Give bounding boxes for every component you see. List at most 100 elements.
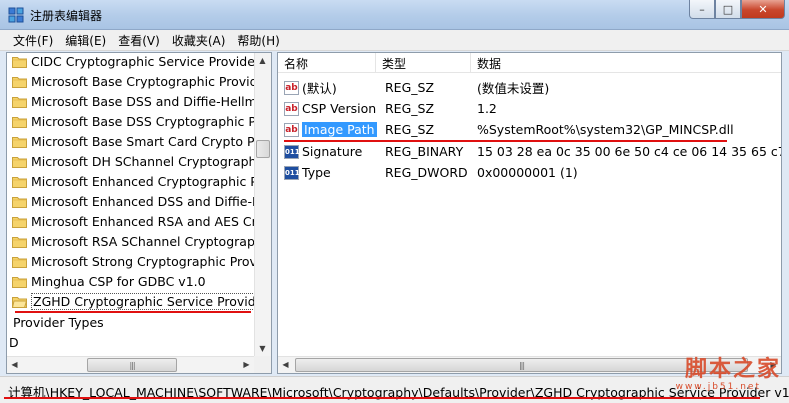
tree-item[interactable]: Microsoft Strong Cryptographic Provic (12, 251, 256, 271)
value-row[interactable]: 011 Signature REG_BINARY 15 03 28 ea 0c … (278, 141, 782, 162)
tree-item-label: Microsoft Base DSS Cryptographic Pro (31, 113, 256, 129)
scroll-left-icon[interactable]: ◀ (7, 357, 22, 372)
list-header: 名称 类型 数据 (278, 53, 781, 73)
folder-icon (12, 96, 27, 108)
value-type: REG_BINARY (385, 144, 464, 159)
tree-item-label: Provider Types (13, 314, 104, 330)
tree-item-label: Microsoft Base Smart Card Crypto Pro (31, 133, 256, 149)
scroll-corner (254, 356, 271, 373)
tree-item-provider-types[interactable]: Provider Types (13, 312, 104, 332)
folder-icon (12, 136, 27, 148)
value-data: %SystemRoot%\system32\GP_MINCSP.dll (477, 122, 734, 137)
column-header-name[interactable]: 名称 (278, 53, 376, 73)
window-controls: – □ ✕ (689, 0, 785, 20)
tree-item[interactable]: Microsoft Enhanced Cryptographic Pr (12, 171, 256, 191)
value-type: REG_DWORD (385, 165, 468, 180)
folder-icon (12, 56, 27, 68)
key-tree-pane: CIDC Cryptographic Service Provider v Mi… (6, 52, 272, 374)
tree-item[interactable]: Microsoft Base Smart Card Crypto Pro (12, 131, 256, 151)
tree-item[interactable]: Microsoft RSA SChannel Cryptographi (12, 231, 256, 251)
title-bar: 注册表编辑器 – □ ✕ (0, 0, 789, 30)
tree-item[interactable]: Microsoft Base Cryptographic Provide (12, 71, 256, 91)
scroll-right-icon[interactable]: ▶ (239, 357, 254, 372)
value-row[interactable]: ab CSP Version REG_SZ 1.2 (278, 98, 781, 119)
status-bar: 计算机\HKEY_LOCAL_MACHINE\SOFTWARE\Microsof… (0, 376, 789, 403)
key-tree: CIDC Cryptographic Service Provider v Mi… (7, 53, 256, 356)
folder-icon (12, 276, 27, 288)
folder-icon (12, 216, 27, 228)
tree-item-label: Microsoft Strong Cryptographic Provic (31, 253, 256, 269)
close-button[interactable]: ✕ (741, 0, 785, 19)
value-name-cell: 011 Signature (284, 141, 362, 162)
value-row[interactable]: 011 Type REG_DWORD 0x00000001 (1) (278, 162, 781, 183)
tree-item-label: D (9, 334, 19, 350)
menu-view[interactable]: 查看(V) (112, 32, 166, 49)
tree-item[interactable]: Microsoft DH SChannel Cryptographic (12, 151, 256, 171)
menu-bar: 文件(F) 编辑(E) 查看(V) 收藏夹(A) 帮助(H) (0, 30, 789, 51)
value-row[interactable]: ab (默认) REG_SZ (数值未设置) (278, 77, 781, 98)
scroll-up-icon[interactable]: ▲ (255, 53, 270, 68)
value-data: 1.2 (477, 101, 497, 116)
column-header-data[interactable]: 数据 (471, 53, 781, 73)
folder-icon (12, 196, 27, 208)
values-pane: 名称 类型 数据 ab (默认) REG_SZ (数值未设置) ab CSP V… (277, 52, 782, 374)
scroll-down-icon[interactable]: ▼ (255, 341, 270, 356)
value-name-cell: 011 Type (284, 162, 331, 183)
tree-item-selected[interactable]: ZGHD Cryptographic Service Provider (12, 291, 256, 311)
column-header-type[interactable]: 类型 (376, 53, 471, 73)
value-type: REG_SZ (385, 101, 435, 116)
folder-icon (12, 256, 27, 268)
string-value-icon: ab (284, 122, 299, 137)
tree-item-label: Microsoft RSA SChannel Cryptographi (31, 233, 256, 249)
watermark-url: www.jb51.net (675, 382, 761, 392)
binary-value-icon: 011 (284, 165, 300, 180)
menu-file[interactable]: 文件(F) (7, 32, 59, 49)
tree-item-label: Microsoft Enhanced RSA and AES Cryp (31, 213, 256, 229)
tree-item[interactable]: Microsoft Enhanced DSS and Diffie-He (12, 191, 256, 211)
folder-icon (12, 116, 27, 128)
open-folder-icon (12, 296, 27, 308)
tree-item[interactable]: Microsoft Enhanced RSA and AES Cryp (12, 211, 256, 231)
annotation-underline (4, 397, 760, 399)
value-name: CSP Version (302, 101, 377, 116)
folder-icon (12, 156, 27, 168)
window-title: 注册表编辑器 (30, 9, 103, 23)
maximize-button[interactable]: □ (715, 0, 741, 19)
registry-editor-icon (8, 7, 24, 23)
value-name-cell: ab CSP Version (284, 98, 376, 119)
tree-vertical-scrollbar[interactable]: ▲ ▼ (254, 53, 271, 356)
tree-item[interactable]: Minghua CSP for GDBC v1.0 (12, 271, 206, 291)
tree-item-label: Microsoft DH SChannel Cryptographic (31, 153, 256, 169)
tree-item-partial[interactable]: D (9, 332, 19, 352)
value-data: (数值未设置) (477, 81, 550, 96)
minimize-button[interactable]: – (689, 0, 715, 19)
folder-icon (12, 76, 27, 88)
tree-item-label: Minghua CSP for GDBC v1.0 (31, 273, 206, 289)
value-data: 0x00000001 (1) (477, 165, 578, 180)
tree-horizontal-scrollbar[interactable]: ◀ ||| ▶ (7, 356, 254, 373)
value-name: (默认) (302, 81, 337, 96)
string-value-icon: ab (284, 101, 299, 116)
value-type: REG_SZ (385, 122, 435, 137)
watermark-logo: 脚本之家 (684, 356, 781, 382)
value-name: Signature (302, 144, 363, 159)
scroll-left-icon[interactable]: ◀ (278, 357, 293, 372)
value-row-selected[interactable]: ab Image Path REG_SZ %SystemRoot%\system… (278, 119, 781, 140)
values-horizontal-scroll-thumb[interactable]: ||| (295, 358, 748, 372)
tree-item[interactable]: Microsoft Base DSS Cryptographic Pro (12, 111, 256, 131)
value-data: 15 03 28 ea 0c 35 00 6e 50 c4 ce 06 14 3… (477, 144, 782, 159)
menu-help[interactable]: 帮助(H) (231, 32, 285, 49)
tree-item-label: Microsoft Base Cryptographic Provide (31, 73, 256, 89)
tree-item-label: ZGHD Cryptographic Service Provider (31, 292, 256, 310)
tree-horizontal-scroll-thumb[interactable]: ||| (87, 358, 177, 372)
tree-item[interactable]: CIDC Cryptographic Service Provider v (12, 53, 256, 71)
tree-item-label: Microsoft Base DSS and Diffie-Hellma (31, 93, 256, 109)
menu-edit[interactable]: 编辑(E) (59, 32, 112, 49)
tree-vertical-scroll-thumb[interactable] (256, 140, 270, 158)
tree-item[interactable]: Microsoft Base DSS and Diffie-Hellma (12, 91, 256, 111)
tree-item-label: Microsoft Enhanced Cryptographic Pr (31, 173, 256, 189)
binary-value-icon: 011 (284, 144, 300, 159)
value-name: Type (302, 165, 331, 180)
menu-favorites[interactable]: 收藏夹(A) (166, 32, 232, 49)
value-name-cell: ab (默认) (284, 77, 337, 98)
